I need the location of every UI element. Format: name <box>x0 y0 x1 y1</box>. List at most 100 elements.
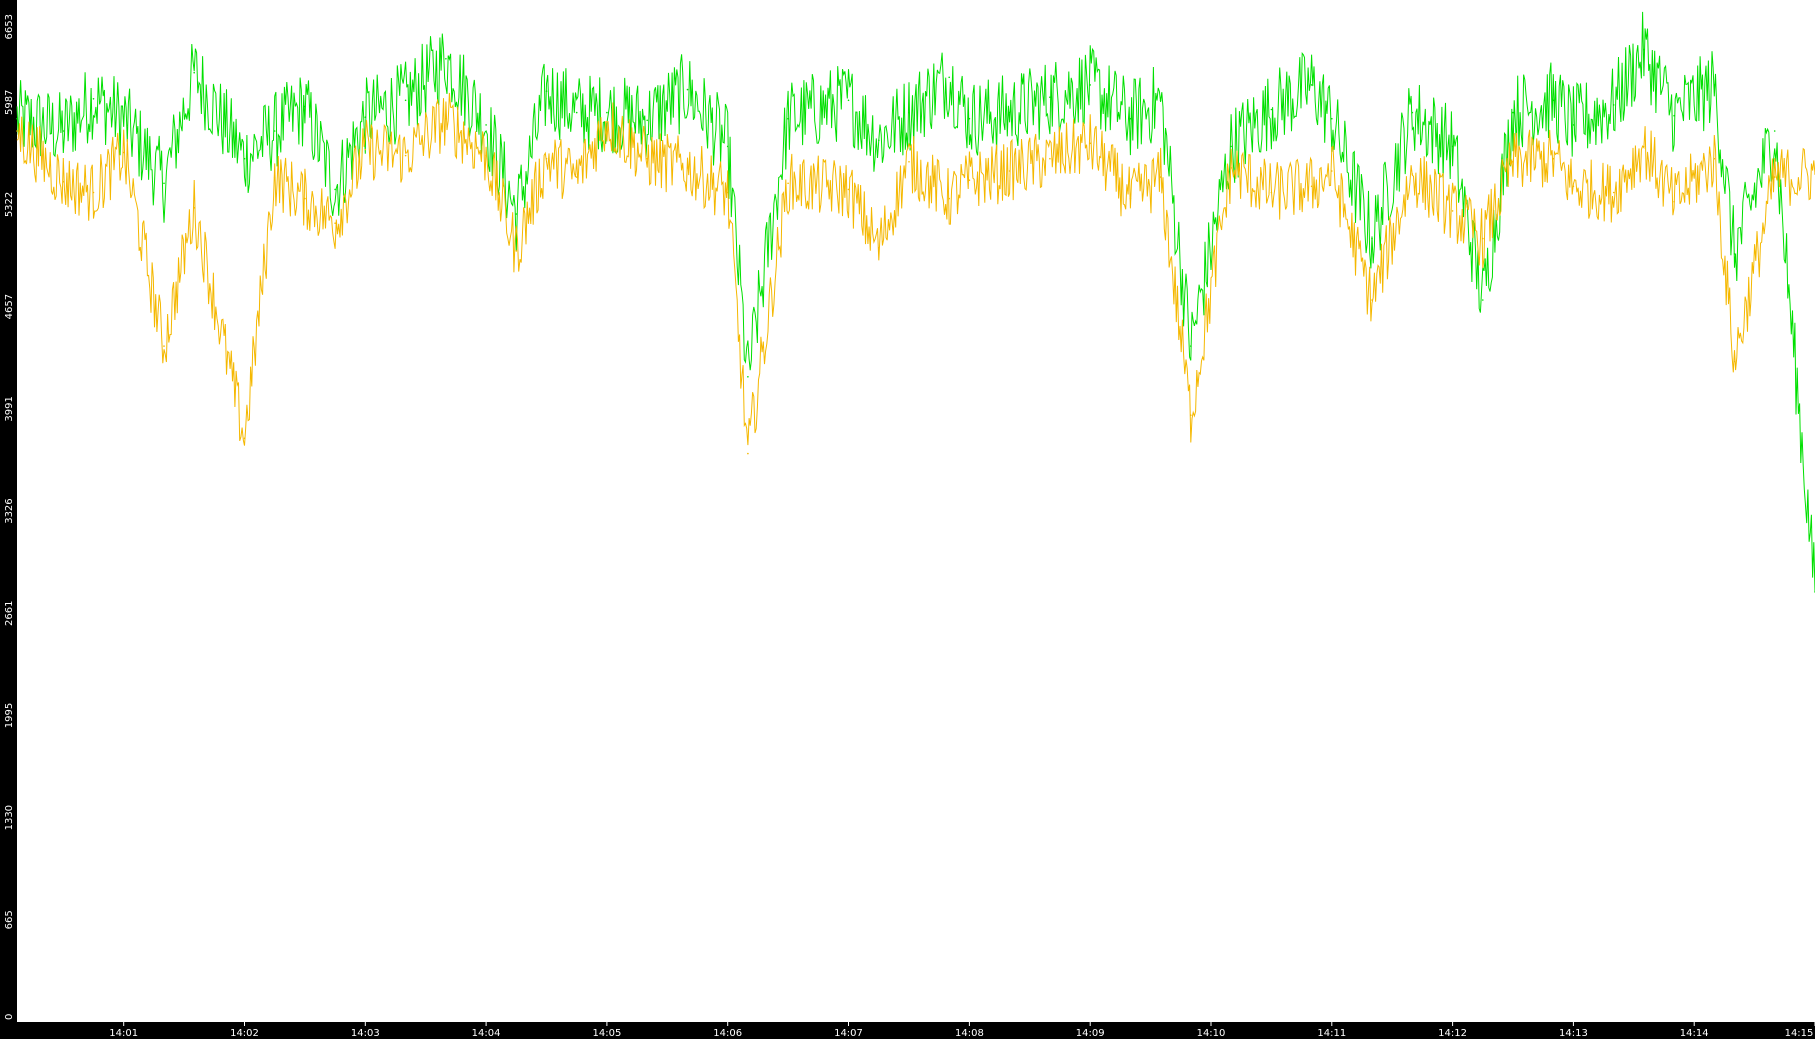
series-1-point <box>1129 197 1132 200</box>
series-1-point <box>1552 157 1555 160</box>
series-1-point <box>122 151 125 154</box>
x-tick-label: 14:06 <box>713 1028 742 1039</box>
series-1-point <box>1089 142 1091 145</box>
series-1-point <box>1612 191 1615 194</box>
series-0-point <box>485 124 487 126</box>
series-1-point <box>163 345 165 347</box>
series-1-point <box>1008 170 1011 172</box>
y-tick-label: 1995 <box>4 703 15 728</box>
series-0-point <box>364 116 367 118</box>
series-1-point <box>243 437 246 440</box>
x-tick-label: 14:14 <box>1680 1028 1709 1039</box>
y-tick-label: 0 <box>4 1014 15 1020</box>
series-1-point <box>908 161 910 163</box>
x-tick-label: 14:04 <box>472 1028 501 1039</box>
series-0-point <box>243 157 246 160</box>
series-1-point <box>1512 161 1514 163</box>
series-1-point <box>404 154 407 157</box>
x-tick-label: 14:02 <box>230 1028 259 1039</box>
x-tick-label: 14:01 <box>109 1028 138 1039</box>
series-1-point <box>515 250 518 252</box>
series-0-point <box>1331 117 1333 120</box>
series-1-point <box>686 167 689 169</box>
x-tick-label: 14:07 <box>834 1028 863 1039</box>
series-0-point <box>1159 99 1162 102</box>
series-0-point <box>1733 253 1736 255</box>
series-0-point <box>193 71 195 74</box>
series-1-point <box>445 117 447 120</box>
y-tick-label: 665 <box>4 910 15 929</box>
series-0-point <box>273 130 276 132</box>
series-1-point <box>1159 176 1162 178</box>
series-0-point <box>1773 130 1776 132</box>
series-1-point <box>878 247 880 249</box>
series-1-point <box>364 148 367 151</box>
x-tick-label: 14:13 <box>1559 1028 1588 1039</box>
chart-root: 0 665 1330 1995 2661 3326 3991 4657 5322 5987 6653… <box>0 0 1815 1039</box>
series-1-point <box>545 157 548 160</box>
x-tick-label: 14:08 <box>955 1028 984 1039</box>
series-0-point <box>163 182 165 185</box>
series-0-point <box>1008 111 1011 114</box>
series-1-point <box>575 176 578 178</box>
series-0-point <box>122 117 125 120</box>
x-tick-label: 14:10 <box>1197 1028 1226 1039</box>
series-1-point <box>1482 237 1484 240</box>
series-0-point <box>1552 99 1555 102</box>
series-0-point <box>515 213 518 215</box>
series-0-point <box>404 99 407 102</box>
series-0-point <box>304 105 306 108</box>
series-1-point <box>968 179 971 181</box>
series-1-point <box>1713 157 1716 160</box>
series-0-point <box>878 139 880 142</box>
y-tick-label: 5987 <box>4 90 15 115</box>
series-1-point <box>1773 176 1776 178</box>
series-0-point <box>1482 299 1484 301</box>
series-0-point <box>1230 145 1232 148</box>
series-1-point <box>1451 210 1454 212</box>
series-0-point <box>686 88 689 91</box>
x-tick-label: 14:12 <box>1438 1028 1467 1039</box>
x-tick-label: 14:11 <box>1317 1028 1346 1039</box>
series-1-point <box>1049 157 1051 160</box>
series-1-point <box>273 176 276 178</box>
series-0-point <box>92 98 95 100</box>
series-1-point <box>1371 299 1373 301</box>
series-1-point <box>646 157 648 160</box>
series-1-point <box>92 191 95 194</box>
series-1-point <box>485 154 487 157</box>
series-0-point <box>606 111 608 114</box>
x-tick-label: 14:05 <box>592 1028 621 1039</box>
series-1-point <box>1230 167 1232 169</box>
series-0-point <box>1512 111 1514 114</box>
series-0-point <box>575 111 578 114</box>
y-tick-label: 3991 <box>4 396 15 421</box>
series-0-point <box>787 117 789 120</box>
series-0-point <box>1643 48 1645 51</box>
series-0-point <box>1451 145 1454 148</box>
series-0-point <box>62 130 65 132</box>
series-1-point <box>606 121 608 123</box>
series-1-point <box>948 197 950 200</box>
series-1-point <box>787 182 789 185</box>
plot-area <box>17 0 1815 1022</box>
y-tick-label: 4657 <box>4 294 15 319</box>
series-1-point <box>1331 170 1333 172</box>
series-1-point <box>193 207 195 209</box>
series-0-point <box>16 117 18 120</box>
line-chart: 0 665 1330 1995 2661 3326 3991 4657 5322 5987 6653… <box>4 0 1815 1039</box>
series-0-point <box>1190 345 1192 347</box>
series-1-point <box>1190 414 1192 417</box>
series-0-point <box>1089 84 1091 86</box>
y-tick-label: 3326 <box>4 498 15 523</box>
series-0-point <box>1673 114 1675 117</box>
series-0-point <box>1713 84 1716 86</box>
series-1-point <box>16 130 18 132</box>
x-tick-label: 14:03 <box>351 1028 380 1039</box>
series-0-point <box>747 376 749 378</box>
series-0-point <box>1612 104 1615 106</box>
series-1-point <box>1411 173 1414 175</box>
y-axis-ticks: 0 665 1330 1995 2661 3326 3991 4657 5322 5987 6653 <box>4 14 15 1020</box>
series-0-point <box>1572 124 1575 126</box>
series-1-point <box>62 180 65 183</box>
